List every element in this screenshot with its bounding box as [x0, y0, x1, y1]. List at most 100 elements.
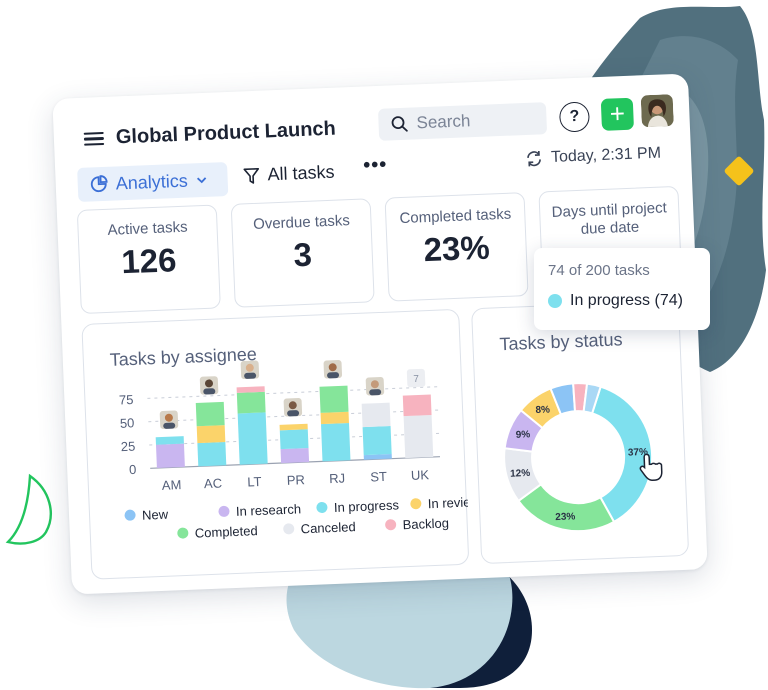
kpi-active-tasks: Active tasks 126	[76, 204, 221, 314]
bar-segment[interactable]	[362, 425, 392, 456]
yellow-diamond-decoration	[724, 156, 754, 186]
dashboard-card: Global Product Launch Search ? + Analyti…	[52, 73, 708, 595]
filter-button[interactable]: All tasks	[243, 162, 335, 187]
slice-label: 12%	[510, 468, 531, 480]
slice-label: 8%	[535, 404, 550, 416]
kpi-label: Overdue tasks	[252, 212, 351, 233]
slice-label: 9%	[516, 429, 531, 441]
x-tick-label: AM	[162, 477, 182, 493]
kpi-label: Active tasks	[107, 218, 188, 239]
bar-segment[interactable]	[155, 436, 184, 445]
bar-segment[interactable]	[197, 441, 227, 467]
assignee-avatar-icon	[240, 360, 260, 380]
legend-swatch-icon	[218, 505, 230, 517]
x-tick-label: RJ	[329, 471, 345, 487]
chart-tooltip: 74 of 200 tasks In progress (74)	[534, 248, 710, 330]
plus-icon: +	[609, 98, 626, 129]
refresh-timestamp: Today, 2:31 PM	[550, 144, 662, 166]
legend-label[interactable]: In review	[428, 494, 471, 511]
refresh-status[interactable]: Today, 2:31 PM	[525, 145, 662, 168]
filter-icon	[243, 167, 260, 184]
search-placeholder: Search	[416, 111, 471, 133]
kpi-value: 3	[292, 235, 313, 274]
x-tick-label: LT	[247, 474, 262, 490]
legend-swatch-icon	[283, 523, 295, 535]
assignee-avatar-icon	[159, 410, 179, 429]
filter-label: All tasks	[267, 161, 335, 185]
help-icon: ?	[569, 107, 580, 126]
y-tick-label: 0	[129, 462, 137, 477]
legend-swatch-icon	[410, 498, 422, 510]
header: Global Product Launch	[83, 118, 336, 151]
tasks-by-status-panel: Tasks by status 37% 23% 12% 9% 8%	[471, 299, 690, 565]
search-input[interactable]: Search	[377, 102, 548, 141]
tasks-by-assignee-chart: 0 25 50 75 AM AC LT PR RJ ST 7 UK New In research In p…	[119, 360, 471, 541]
bar-segment[interactable]	[361, 402, 391, 428]
add-button[interactable]: +	[600, 97, 635, 131]
kpi-completed-tasks: Completed tasks 23%	[384, 192, 529, 302]
x-tick-label: AC	[204, 475, 223, 491]
assignee-avatar-icon	[283, 398, 303, 417]
legend-label[interactable]: New	[142, 507, 169, 523]
bar-segment[interactable]	[320, 422, 351, 462]
kpi-overdue-tasks: Overdue tasks 3	[230, 198, 375, 308]
bar-segment[interactable]	[237, 412, 268, 465]
kpi-label: Days until project due date	[551, 199, 668, 238]
bar-segment[interactable]	[402, 394, 432, 417]
tooltip-status-label: In progress (74)	[570, 292, 683, 309]
bar-segment[interactable]	[279, 423, 308, 431]
kpi-value: 126	[120, 241, 178, 281]
y-tick-label: 25	[121, 439, 136, 455]
in-progress-swatch-icon	[548, 294, 562, 308]
legend-label[interactable]: Canceled	[300, 519, 355, 536]
assignee-avatar-icon	[323, 360, 343, 379]
pie-chart-icon	[90, 175, 108, 193]
avatar-photo	[640, 94, 674, 128]
bar-segment[interactable]	[196, 425, 226, 444]
legend-label[interactable]: Backlog	[402, 515, 449, 532]
bar-segment[interactable]	[195, 401, 225, 427]
x-tick-label: UK	[411, 467, 430, 483]
analytics-view-dropdown[interactable]: Analytics	[77, 162, 229, 202]
bar-segment[interactable]	[155, 443, 185, 469]
search-icon	[391, 116, 408, 132]
chevron-down-icon	[197, 177, 207, 184]
bar-segment[interactable]	[236, 386, 265, 393]
assignee-avatar-icon: 7	[406, 368, 426, 388]
legend-swatch-icon	[177, 527, 189, 539]
x-tick-label: PR	[286, 472, 305, 488]
bar-segment[interactable]	[279, 429, 309, 450]
legend-label[interactable]: In research	[236, 501, 302, 519]
bar-segment[interactable]	[403, 414, 434, 459]
more-options-button[interactable]: •••	[363, 154, 388, 178]
page-title: Global Product Launch	[115, 117, 337, 149]
bar-segment[interactable]	[236, 391, 266, 414]
refresh-icon	[527, 150, 541, 167]
bar-segment[interactable]	[319, 385, 349, 413]
kpi-label: Completed tasks	[399, 205, 512, 228]
y-tick-label: 75	[119, 392, 134, 408]
tasks-by-status-chart[interactable]: 37%23%12%9%8%	[472, 301, 690, 565]
legend-swatch-icon	[316, 501, 328, 513]
grid-line	[147, 386, 438, 399]
tooltip-count: 74 of 200 tasks	[548, 262, 650, 279]
bar-segment[interactable]	[320, 411, 349, 425]
x-tick-label: ST	[370, 469, 387, 485]
green-arc-decoration	[5, 473, 52, 545]
legend-label[interactable]: Completed	[195, 523, 258, 541]
user-avatar[interactable]	[640, 94, 674, 128]
y-tick-label: 50	[120, 415, 135, 431]
assignee-avatar-icon	[365, 377, 385, 396]
bar-segment[interactable]	[280, 447, 310, 464]
tooltip-status: In progress (74)	[548, 292, 683, 310]
slice-label: 23%	[555, 511, 576, 523]
extra-count-label: 7	[413, 374, 419, 385]
help-button[interactable]: ?	[558, 101, 591, 133]
menu-icon[interactable]	[83, 131, 105, 147]
legend-label[interactable]: In progress	[334, 497, 400, 515]
tasks-by-assignee-panel: Tasks by assignee 0 25 50 75 AM AC LT PR RJ ST 7 UK…	[81, 308, 471, 580]
analytics-label: Analytics	[115, 170, 189, 193]
legend-swatch-icon	[385, 519, 397, 531]
kpi-value: 23%	[422, 228, 491, 269]
legend-swatch-icon	[124, 509, 136, 521]
